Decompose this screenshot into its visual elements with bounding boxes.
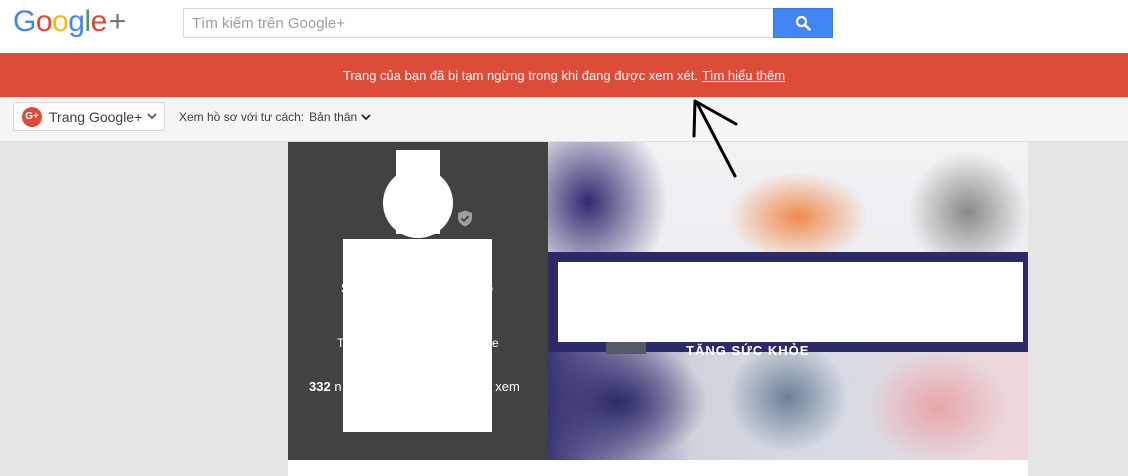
logo-letter: o xyxy=(35,5,53,38)
search-input[interactable] xyxy=(184,9,774,37)
profile-toolbar: G+ Trang Google+ Xem hồ sơ với tư cách: … xyxy=(0,97,1128,142)
profile-content-start xyxy=(288,460,1028,476)
page-selector-dropdown[interactable]: G+ Trang Google+ xyxy=(13,102,165,131)
followers-suffix: n xyxy=(334,379,342,394)
top-header: Google+ xyxy=(0,0,1128,53)
views-stat: t xem xyxy=(488,379,520,394)
logo-letter: g xyxy=(68,5,85,38)
learn-more-link[interactable]: Tìm hiểu thêm xyxy=(702,68,785,83)
cover-caption: TĂNG SỨC KHỎE xyxy=(686,343,810,358)
view-as-value: Bản thân xyxy=(309,110,358,124)
view-as-label: Xem hồ sơ với tư cách: xyxy=(179,110,305,124)
banner-message: Trang của bạn đã bị tạm ngừng trong khi … xyxy=(342,67,698,83)
profile-info-panel: S o T e 332 n t xem xyxy=(288,142,548,460)
profile-tagline-fragment: e xyxy=(492,336,499,350)
followers-stat: 332 n xyxy=(309,379,342,394)
page-selector-label: Trang Google+ xyxy=(49,108,143,125)
google-plus-logo[interactable]: Google+ xyxy=(13,4,126,40)
search-icon xyxy=(795,15,811,31)
cover-redaction xyxy=(558,262,1023,342)
cover-thumbnail xyxy=(606,342,646,354)
cover-photo[interactable]: TĂNG SỨC KHỎE xyxy=(548,142,1028,460)
logo-letter: G xyxy=(13,5,36,38)
logo-letter: o xyxy=(52,5,69,38)
google-plus-badge-icon: G+ xyxy=(22,106,42,127)
cover-bottom-area xyxy=(548,352,1028,460)
chevron-down-icon xyxy=(361,113,371,120)
view-as-control: Xem hồ sơ với tư cách: Bản thân xyxy=(179,110,371,124)
view-as-dropdown[interactable]: Bản thân xyxy=(309,110,371,124)
followers-count: 332 xyxy=(309,379,331,394)
suspension-banner: Trang của bạn đã bị tạm ngừng trong khi … xyxy=(0,53,1128,97)
search-button[interactable] xyxy=(773,8,833,38)
annotation-arrow-icon xyxy=(692,99,738,178)
logo-plus: + xyxy=(108,5,127,38)
verified-shield-icon xyxy=(458,210,472,227)
avatar-redaction xyxy=(396,150,440,234)
name-redaction xyxy=(343,239,492,432)
logo-letter: e xyxy=(90,5,108,38)
search-box xyxy=(183,8,774,38)
chevron-down-icon xyxy=(147,113,157,120)
